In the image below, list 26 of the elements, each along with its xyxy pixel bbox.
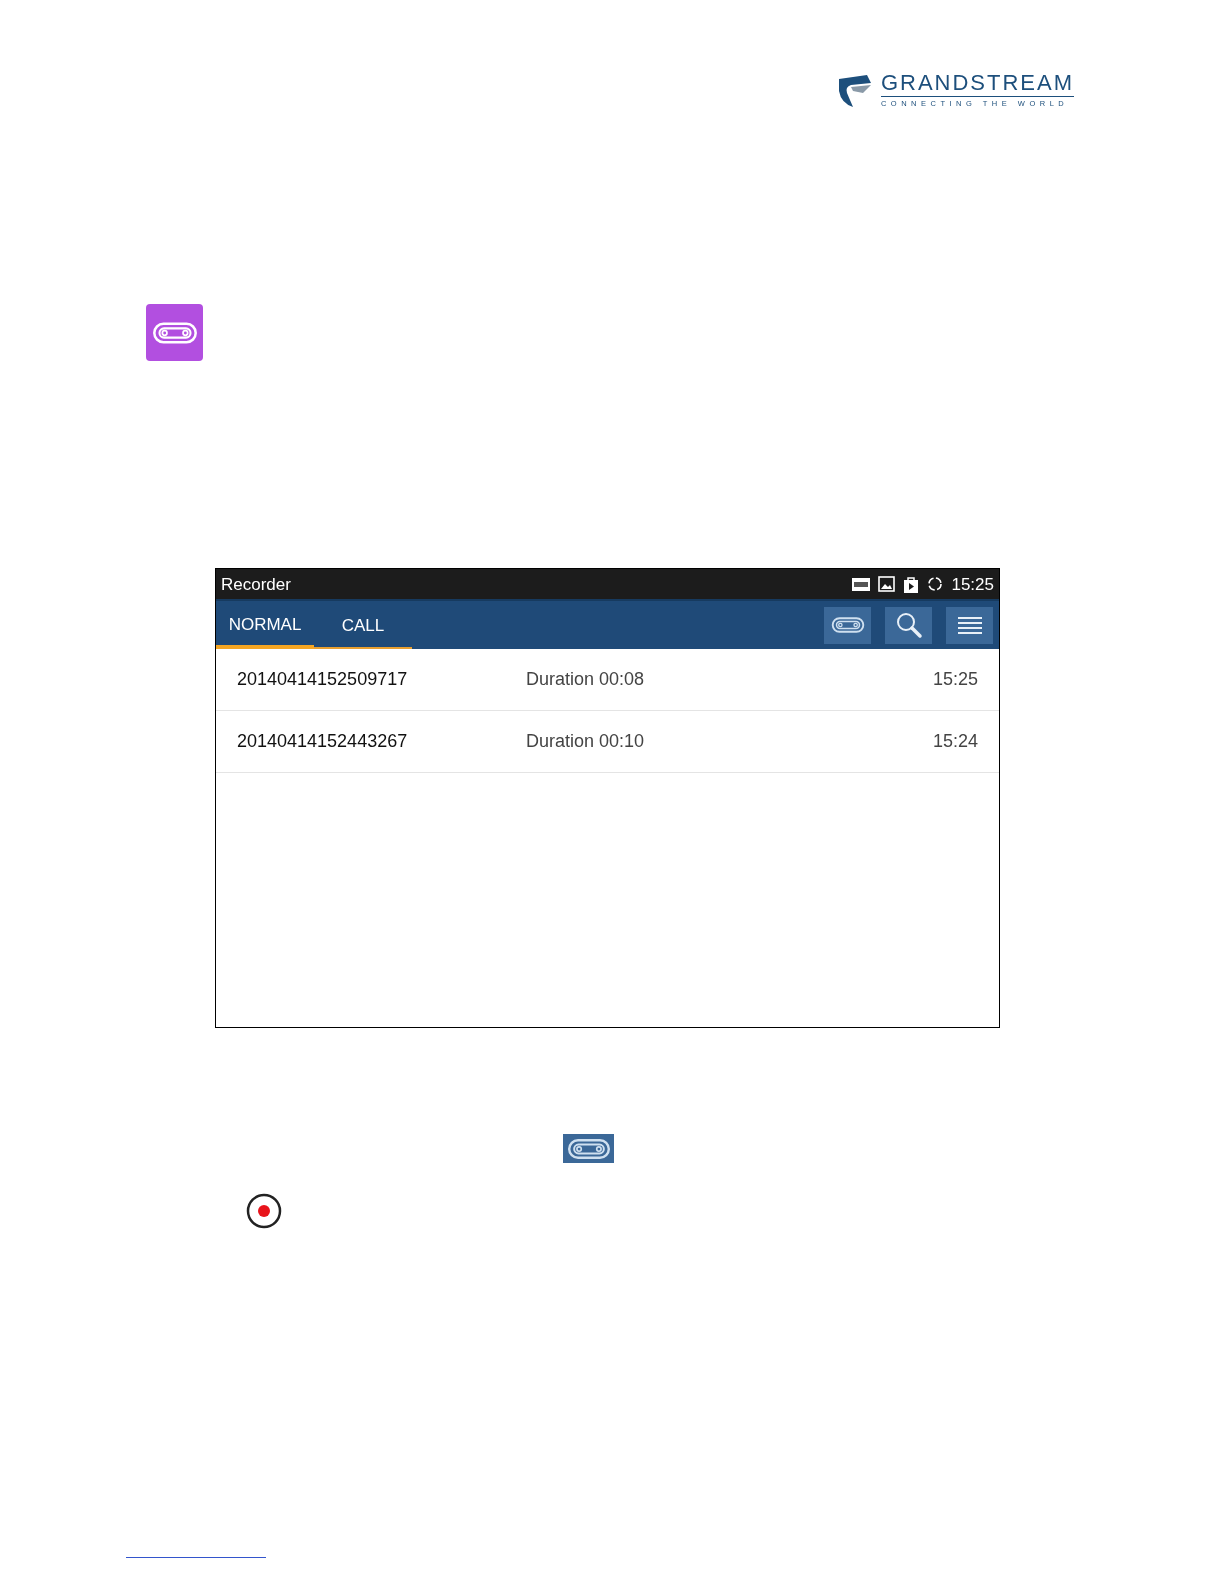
app-title: Recorder — [221, 573, 292, 596]
tab[interactable]: CALL — [314, 601, 412, 650]
record-button[interactable] — [824, 606, 871, 644]
status-time: 15:25 — [951, 573, 994, 596]
recording-duration: Duration 00:10 — [526, 730, 646, 754]
recording-time: 15:25 — [932, 668, 978, 692]
recording-row[interactable]: 20140414152509717 Duration 00:08 15:25 — [216, 649, 999, 712]
cassette-icon — [151, 320, 198, 345]
image-icon — [878, 576, 896, 593]
menu-button[interactable] — [946, 606, 993, 644]
search-icon — [894, 611, 923, 640]
search-button[interactable] — [885, 606, 932, 644]
record-icon — [246, 1193, 282, 1230]
sync-icon — [927, 576, 944, 593]
recording-time: 15:24 — [932, 730, 978, 754]
swoosh-icon — [836, 72, 873, 109]
recording-name: 20140414152509717 — [237, 668, 409, 692]
tab[interactable]: NORMAL — [216, 601, 314, 650]
menu-icon — [957, 616, 982, 635]
recording-duration: Duration 00:08 — [526, 668, 646, 692]
play-bag-icon — [903, 575, 920, 593]
cassette-icon — [830, 616, 865, 635]
logo-name: GRANDSTREAM — [880, 72, 1074, 94]
recording-row[interactable]: 20140414152443267 Duration 00:10 15:24 — [216, 711, 999, 774]
ftp-icon — [852, 577, 871, 591]
recording-name: 20140414152443267 — [237, 730, 409, 754]
